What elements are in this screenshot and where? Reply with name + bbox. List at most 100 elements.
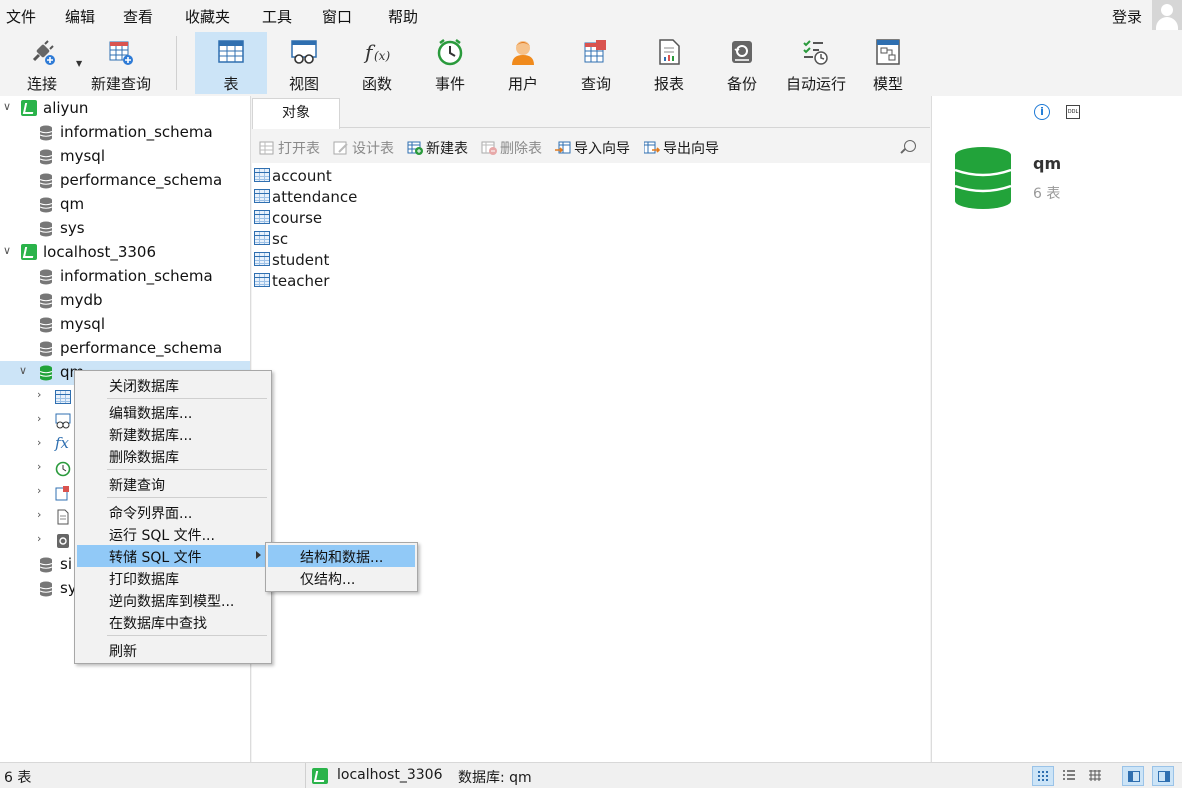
login-link[interactable]: 登录	[1112, 6, 1142, 27]
menu-divider	[107, 469, 267, 470]
table-icon	[254, 210, 270, 224]
view-button[interactable]: 视图	[268, 32, 340, 94]
table-item-label: teacher	[272, 272, 330, 290]
grid-small-icon	[1038, 771, 1048, 781]
export-icon	[644, 141, 660, 154]
table-button[interactable]: 表	[195, 32, 267, 94]
tab-objects[interactable]: 对象	[252, 98, 340, 129]
chevron-right-icon[interactable]: ›	[37, 484, 41, 497]
table-icon	[254, 231, 270, 245]
chevron-down-icon[interactable]: ∨	[3, 100, 11, 113]
ctx-reverse-to-model[interactable]: 逆向数据库到模型...	[77, 589, 269, 611]
ctx-run-sql-file[interactable]: 运行 SQL 文件...	[77, 523, 269, 545]
view-icon	[291, 40, 317, 64]
menu-file[interactable]: 文件	[6, 6, 36, 27]
ctx-delete-database[interactable]: 删除数据库	[77, 445, 269, 467]
info-icon[interactable]: i	[1034, 104, 1050, 120]
menu-bar: 文件 编辑 查看 收藏夹 工具 窗口 帮助 登录	[0, 0, 1182, 30]
tree-db-mysql[interactable]: mysql	[0, 145, 250, 169]
chevron-right-icon[interactable]: ›	[37, 412, 41, 425]
tree-db-sys[interactable]: sys	[0, 217, 250, 241]
tree-db-label: qm	[60, 195, 85, 213]
new-query-icon	[109, 41, 133, 65]
left-panel-icon	[1128, 771, 1140, 782]
chevron-right-icon[interactable]: ›	[37, 436, 41, 449]
ctx-print-database[interactable]: 打印数据库	[77, 567, 269, 589]
chevron-right-icon[interactable]: ›	[37, 460, 41, 473]
user-button[interactable]: 用户	[487, 32, 559, 94]
tree-db-label: mysql	[60, 147, 105, 165]
database-icon	[39, 221, 53, 237]
new-table-icon	[407, 141, 423, 155]
connect-button[interactable]: 连接	[6, 32, 78, 94]
chevron-right-icon[interactable]: ›	[37, 388, 41, 401]
menu-view[interactable]: 查看	[123, 6, 153, 27]
delete-table-label: 删除表	[500, 141, 542, 157]
avatar[interactable]	[1152, 0, 1182, 30]
status-database: 数据库: qm	[458, 770, 532, 786]
ctx-close-database[interactable]: 关闭数据库	[77, 374, 269, 396]
function-button[interactable]: f (x) 函数	[341, 32, 413, 94]
query-button[interactable]: 查询	[560, 32, 632, 94]
menu-favorites[interactable]: 收藏夹	[185, 6, 230, 27]
chevron-right-icon[interactable]: ›	[37, 508, 41, 521]
tree-connection-localhost[interactable]: ∨ localhost_3306	[0, 241, 250, 265]
tree-db-mysql[interactable]: mysql	[0, 313, 250, 337]
menu-help[interactable]: 帮助	[388, 6, 418, 27]
dump-submenu: 结构和数据... 仅结构...	[265, 542, 418, 592]
ctx-refresh[interactable]: 刷新	[77, 639, 269, 661]
design-table-button[interactable]: 设计表	[333, 138, 394, 158]
menu-tools[interactable]: 工具	[262, 6, 292, 27]
toggle-left-panel-button[interactable]	[1122, 766, 1144, 786]
open-table-button[interactable]: 打开表	[259, 138, 320, 158]
backup-button[interactable]: 备份	[706, 32, 778, 94]
export-wizard-button[interactable]: 导出向导	[644, 138, 719, 158]
model-button[interactable]: 模型	[852, 32, 924, 94]
auto-run-button[interactable]: 自动运行	[779, 32, 853, 94]
ctx-find-in-database[interactable]: 在数据库中查找	[77, 611, 269, 633]
import-wizard-button[interactable]: 导入向导	[555, 138, 630, 158]
user-icon	[512, 41, 534, 65]
ctx-item-label: 编辑数据库...	[109, 406, 193, 422]
tree-db-qm[interactable]: qm	[0, 193, 250, 217]
ctx-command-line[interactable]: 命令列界面...	[77, 501, 269, 523]
ctx-edit-database[interactable]: 编辑数据库...	[77, 401, 269, 423]
submenu-arrow-icon	[256, 551, 261, 559]
toggle-right-panel-button[interactable]	[1152, 766, 1174, 786]
ctx-structure-only[interactable]: 仅结构...	[268, 567, 415, 589]
ctx-new-database[interactable]: 新建数据库...	[77, 423, 269, 445]
tree-db-mydb[interactable]: mydb	[0, 289, 250, 313]
tree-db-information_schema[interactable]: information_schema	[0, 265, 250, 289]
chevron-down-icon[interactable]: ∨	[19, 364, 27, 377]
tree-connection-aliyun[interactable]: ∨ aliyun	[0, 97, 250, 121]
ddl-icon[interactable]: DDL	[1066, 105, 1080, 119]
open-table-icon	[259, 141, 274, 155]
er-view-button[interactable]	[1084, 766, 1106, 786]
ctx-structure-and-data[interactable]: 结构和数据...	[268, 545, 415, 567]
database-icon	[39, 269, 53, 285]
menu-window[interactable]: 窗口	[322, 6, 352, 27]
list-view-button[interactable]	[1032, 766, 1054, 786]
tree-db-performance_schema[interactable]: performance_schema	[0, 337, 250, 361]
new-table-button[interactable]: 新建表	[407, 138, 468, 158]
status-connection: localhost_3306	[337, 767, 443, 783]
event-button[interactable]: 事件	[414, 32, 486, 94]
detail-view-button[interactable]	[1058, 766, 1080, 786]
tree-db-label: performance_schema	[60, 171, 223, 189]
connect-dropdown-icon[interactable]: ▼	[76, 59, 82, 68]
new-query-button[interactable]: 新建查询	[84, 32, 158, 94]
menu-edit[interactable]: 编辑	[65, 6, 95, 27]
chevron-right-icon[interactable]: ›	[37, 532, 41, 545]
table-item-label: attendance	[272, 188, 358, 206]
list-icon	[1063, 770, 1075, 780]
tree-connection-label: aliyun	[43, 99, 89, 117]
tree-db-performance_schema[interactable]: performance_schema	[0, 169, 250, 193]
ctx-dump-sql-file[interactable]: 转储 SQL 文件	[77, 545, 269, 567]
delete-table-button[interactable]: 删除表	[481, 138, 542, 158]
ctx-new-query[interactable]: 新建查询	[77, 473, 269, 495]
report-button[interactable]: 报表	[633, 32, 705, 94]
menu-divider	[107, 497, 267, 498]
search-icon[interactable]	[904, 140, 916, 152]
tree-db-information_schema[interactable]: information_schema	[0, 121, 250, 145]
chevron-down-icon[interactable]: ∨	[3, 244, 11, 257]
